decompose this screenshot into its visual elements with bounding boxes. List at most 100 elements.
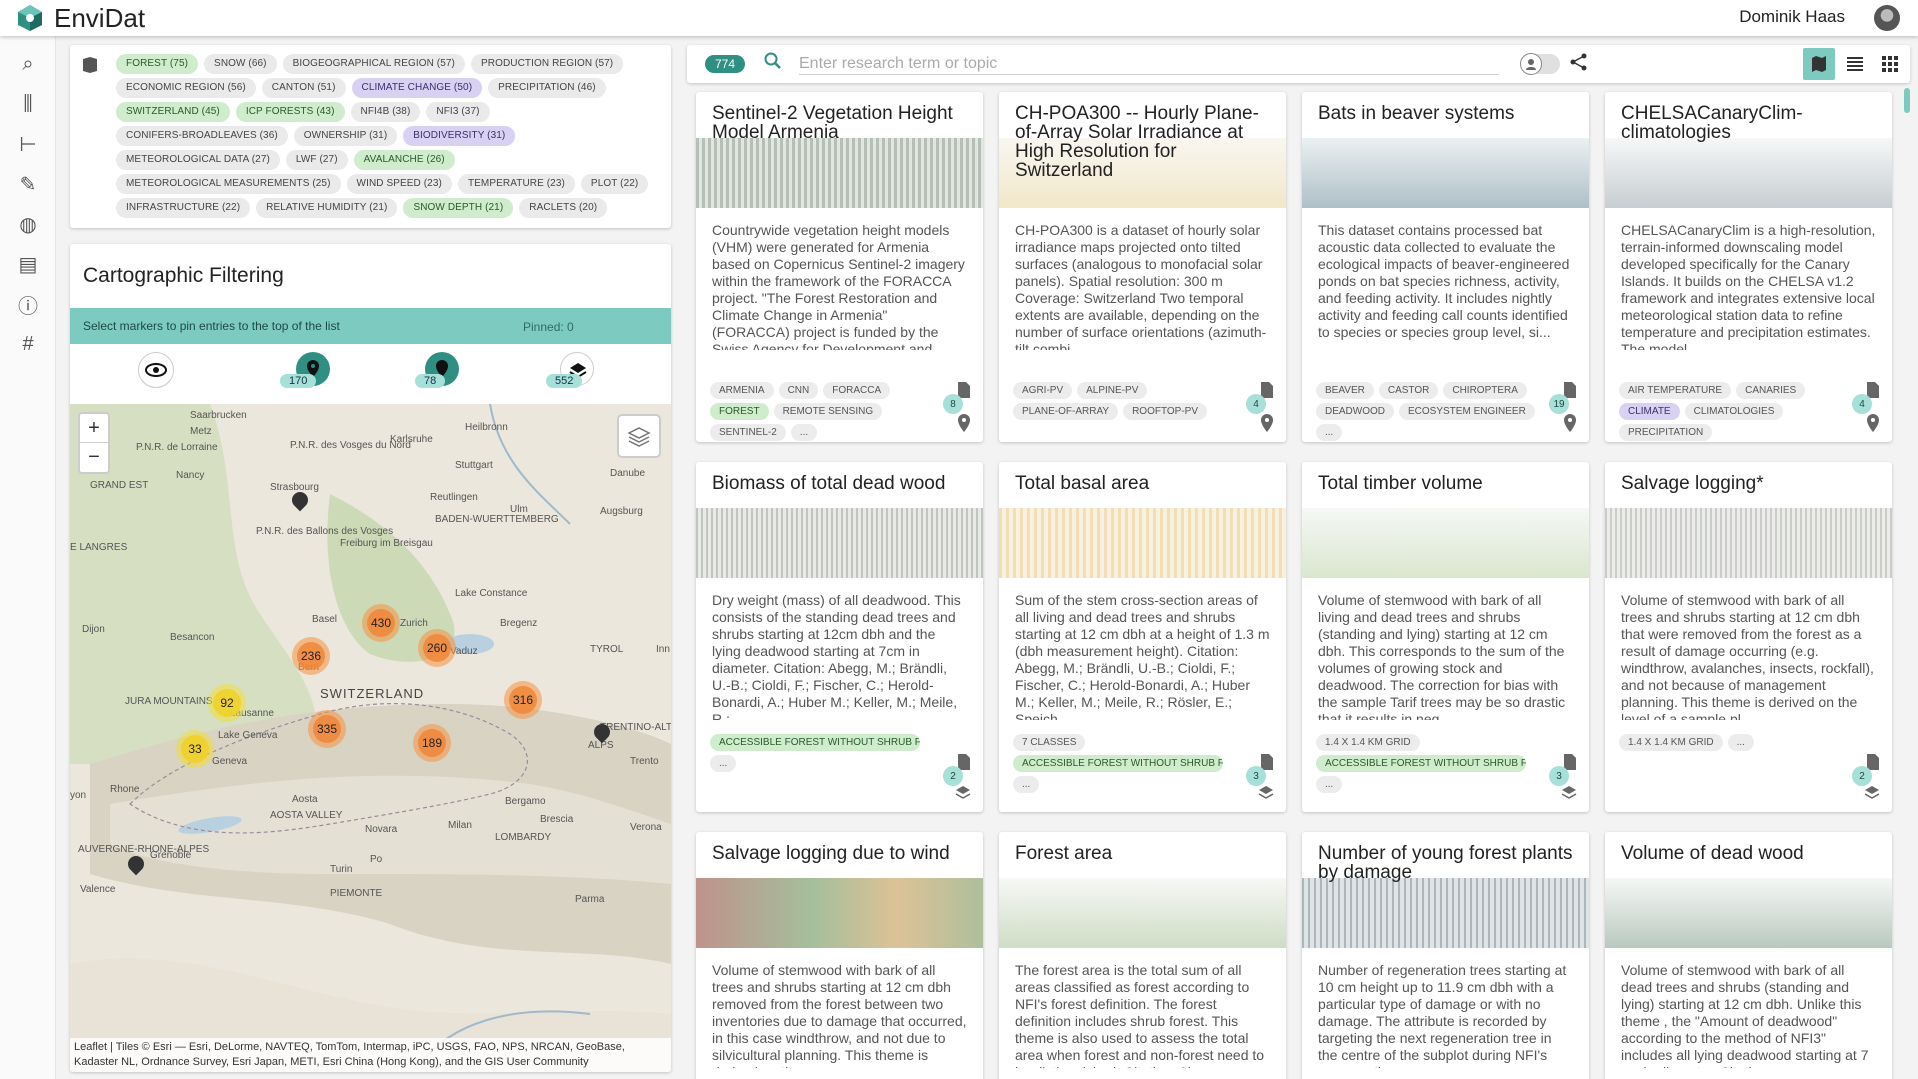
- dataset-tag[interactable]: AGRI-PV: [1013, 382, 1073, 399]
- user-avatar[interactable]: [1874, 5, 1900, 31]
- dataset-tag[interactable]: ARMENIA: [710, 382, 774, 399]
- keyword-chip[interactable]: SNOW (66): [204, 54, 277, 74]
- dataset-card[interactable]: Total timber volume Volume of stemwood wi…: [1302, 462, 1589, 812]
- zoom-in-button[interactable]: +: [80, 414, 108, 443]
- dataset-tag[interactable]: CLIMATE: [1619, 403, 1680, 420]
- keyword-chip[interactable]: PLOT (22): [580, 174, 649, 194]
- dataset-card-header[interactable]: Bats in beaver systems: [1302, 92, 1589, 208]
- dataset-tag[interactable]: FORACCA: [823, 382, 891, 399]
- dataset-tag[interactable]: CANARIES: [1736, 382, 1806, 399]
- map-cluster-marker[interactable]: 260: [418, 629, 456, 667]
- keyword-chip[interactable]: RELATIVE HUMIDITY (21): [256, 198, 398, 218]
- dataset-tag[interactable]: 1.4 X 1.4 KM GRID: [1619, 734, 1723, 751]
- dataset-tag[interactable]: ...: [1316, 424, 1343, 441]
- hashtag-icon[interactable]: #: [14, 330, 42, 358]
- search-icon[interactable]: [764, 52, 784, 72]
- envidat-logo-icon[interactable]: [16, 4, 44, 32]
- layers-button[interactable]: [617, 414, 661, 458]
- keyword-chip[interactable]: INFRASTRUCTURE (22): [116, 198, 251, 218]
- map-cluster-marker[interactable]: 189: [413, 724, 451, 762]
- dataset-tag[interactable]: ...: [1727, 734, 1754, 751]
- globe-icon[interactable]: ◍: [14, 210, 42, 238]
- keyword-chip[interactable]: PRODUCTION REGION (57): [471, 54, 624, 74]
- dataset-card[interactable]: Forest area The forest area is the total …: [999, 832, 1286, 1079]
- map-view[interactable]: + − Saarbrucken Metz Heilbronn Karlsruhe P.N…: [70, 404, 671, 1072]
- user-name[interactable]: Dominik Haas: [1739, 7, 1845, 27]
- dataset-card-header[interactable]: CHELSACanaryClim-climatologies: [1605, 92, 1892, 208]
- dataset-tag[interactable]: 1.4 X 1.4 KM GRID: [1316, 734, 1420, 751]
- dataset-card[interactable]: CHELSACanaryClim-climatologies CHELSACana…: [1605, 92, 1892, 442]
- dataset-card-header[interactable]: Total timber volume: [1302, 462, 1589, 578]
- dataset-card-header[interactable]: Salvage logging*: [1605, 462, 1892, 578]
- share-icon[interactable]: [1569, 52, 1589, 77]
- dataset-tag[interactable]: ECOSYSTEM ENGINEER: [1399, 403, 1535, 420]
- dataset-card-header[interactable]: Number of young forest plants by damage: [1302, 832, 1589, 948]
- dataset-tag[interactable]: SENTINEL-2: [710, 424, 786, 441]
- search-input[interactable]: [799, 53, 1499, 75]
- guide-icon[interactable]: ▤: [14, 250, 42, 278]
- keyword-chip[interactable]: AVALANCHE (26): [353, 150, 455, 170]
- tools-icon[interactable]: ✎: [14, 170, 42, 198]
- map-cluster-marker[interactable]: 92: [208, 684, 246, 722]
- dataset-card-header[interactable]: CH-POA300 -- Hourly Plane-of-Array Solar…: [999, 92, 1286, 208]
- dataset-card-header[interactable]: Volume of dead wood: [1605, 832, 1892, 948]
- dataset-tag[interactable]: CHIROPTERA: [1443, 382, 1527, 399]
- dataset-tag[interactable]: FOREST: [710, 403, 769, 420]
- keyword-chip[interactable]: CONIFERS-BROADLEAVES (36): [116, 126, 288, 146]
- dataset-tag[interactable]: ROOFTOP-PV: [1123, 403, 1207, 420]
- keyword-chip[interactable]: TEMPERATURE (23): [457, 174, 575, 194]
- keyword-chip[interactable]: PRECIPITATION (46): [488, 78, 606, 98]
- filter-toggle-icon[interactable]: [80, 55, 100, 80]
- keyword-chip[interactable]: NFI3 (37): [426, 102, 490, 122]
- map-cluster-marker[interactable]: 430: [362, 604, 400, 642]
- list-view-button[interactable]: [1839, 48, 1871, 80]
- dataset-tag[interactable]: ...: [790, 424, 818, 441]
- dataset-card[interactable]: Salvage logging* Volume of stemwood with …: [1605, 462, 1892, 812]
- keyword-chip[interactable]: LWF (27): [285, 150, 348, 170]
- keyword-chip[interactable]: CANTON (51): [261, 78, 346, 98]
- dataset-card[interactable]: Number of young forest plants by damage N…: [1302, 832, 1589, 1079]
- keyword-chip[interactable]: OWNERSHIP (31): [293, 126, 398, 146]
- keyword-chip[interactable]: WIND SPEED (23): [346, 174, 452, 194]
- map-cluster-marker[interactable]: 236: [292, 637, 330, 675]
- dataset-tag[interactable]: ACCESSIBLE FOREST WITHOUT SHRUB FOREST: [1316, 755, 1526, 772]
- keyword-chip[interactable]: RACLETS (20): [519, 198, 608, 218]
- keyword-chip[interactable]: CLIMATE CHANGE (50): [351, 78, 483, 98]
- dataset-tag[interactable]: CNN: [778, 382, 819, 399]
- dataset-card-header[interactable]: Forest area: [999, 832, 1286, 948]
- tree-icon[interactable]: ⊢: [14, 130, 42, 158]
- map-cluster-marker[interactable]: 335: [308, 710, 346, 748]
- author-mode-toggle[interactable]: [1520, 53, 1560, 75]
- dataset-tag[interactable]: PRECIPITATION: [1619, 424, 1713, 441]
- dataset-card-header[interactable]: Total basal area: [999, 462, 1286, 578]
- dataset-card-header[interactable]: Biomass of total dead wood: [696, 462, 983, 578]
- search-icon[interactable]: ⌕: [14, 50, 42, 78]
- keyword-chip[interactable]: SWITZERLAND (45): [116, 102, 230, 122]
- keyword-chip[interactable]: BIODIVERSITY (31): [403, 126, 516, 146]
- dataset-card[interactable]: Total basal area Sum of the stem cross-se…: [999, 462, 1286, 812]
- dataset-card[interactable]: Biomass of total dead wood Dry weight (ma…: [696, 462, 983, 812]
- zoom-out-button[interactable]: −: [80, 443, 108, 472]
- map-view-button[interactable]: [1803, 48, 1835, 80]
- results-scrollbar[interactable]: [1904, 88, 1910, 113]
- dataset-card-header[interactable]: Sentinel-2 Vegetation Height Model Armen…: [696, 92, 983, 208]
- dataset-card[interactable]: Salvage logging due to wind Volume of ste…: [696, 832, 983, 1079]
- map-cluster-marker[interactable]: 33: [176, 730, 214, 768]
- keyword-chip[interactable]: METEOROLOGICAL DATA (27): [116, 150, 280, 170]
- dataset-tag[interactable]: ACCESSIBLE FOREST WITHOUT SHRUB FOREST: [710, 734, 920, 751]
- dataset-tag[interactable]: ...: [1316, 776, 1343, 793]
- map-cluster-marker[interactable]: 316: [504, 681, 542, 719]
- dataset-card[interactable]: CH-POA300 -- Hourly Plane-of-Array Solar…: [999, 92, 1286, 442]
- dataset-tag[interactable]: ACCESSIBLE FOREST WITHOUT SHRUB FOREST: [1013, 755, 1223, 772]
- library-icon[interactable]: ⫼: [14, 90, 42, 118]
- dataset-tag[interactable]: REMOTE SENSING: [773, 403, 883, 420]
- dataset-card[interactable]: Sentinel-2 Vegetation Height Model Armen…: [696, 92, 983, 442]
- dataset-tag[interactable]: CLIMATOLOGIES: [1684, 403, 1784, 420]
- keyword-chip[interactable]: NFI4B (38): [350, 102, 421, 122]
- keyword-chip[interactable]: METEOROLOGICAL MEASUREMENTS (25): [116, 174, 341, 194]
- keyword-chip[interactable]: SNOW DEPTH (21): [403, 198, 514, 218]
- info-icon[interactable]: ⓘ: [14, 290, 42, 318]
- dataset-tag[interactable]: 7 CLASSES: [1013, 734, 1086, 751]
- dataset-tag[interactable]: ...: [710, 755, 737, 772]
- dataset-tag[interactable]: PLANE-OF-ARRAY: [1013, 403, 1119, 420]
